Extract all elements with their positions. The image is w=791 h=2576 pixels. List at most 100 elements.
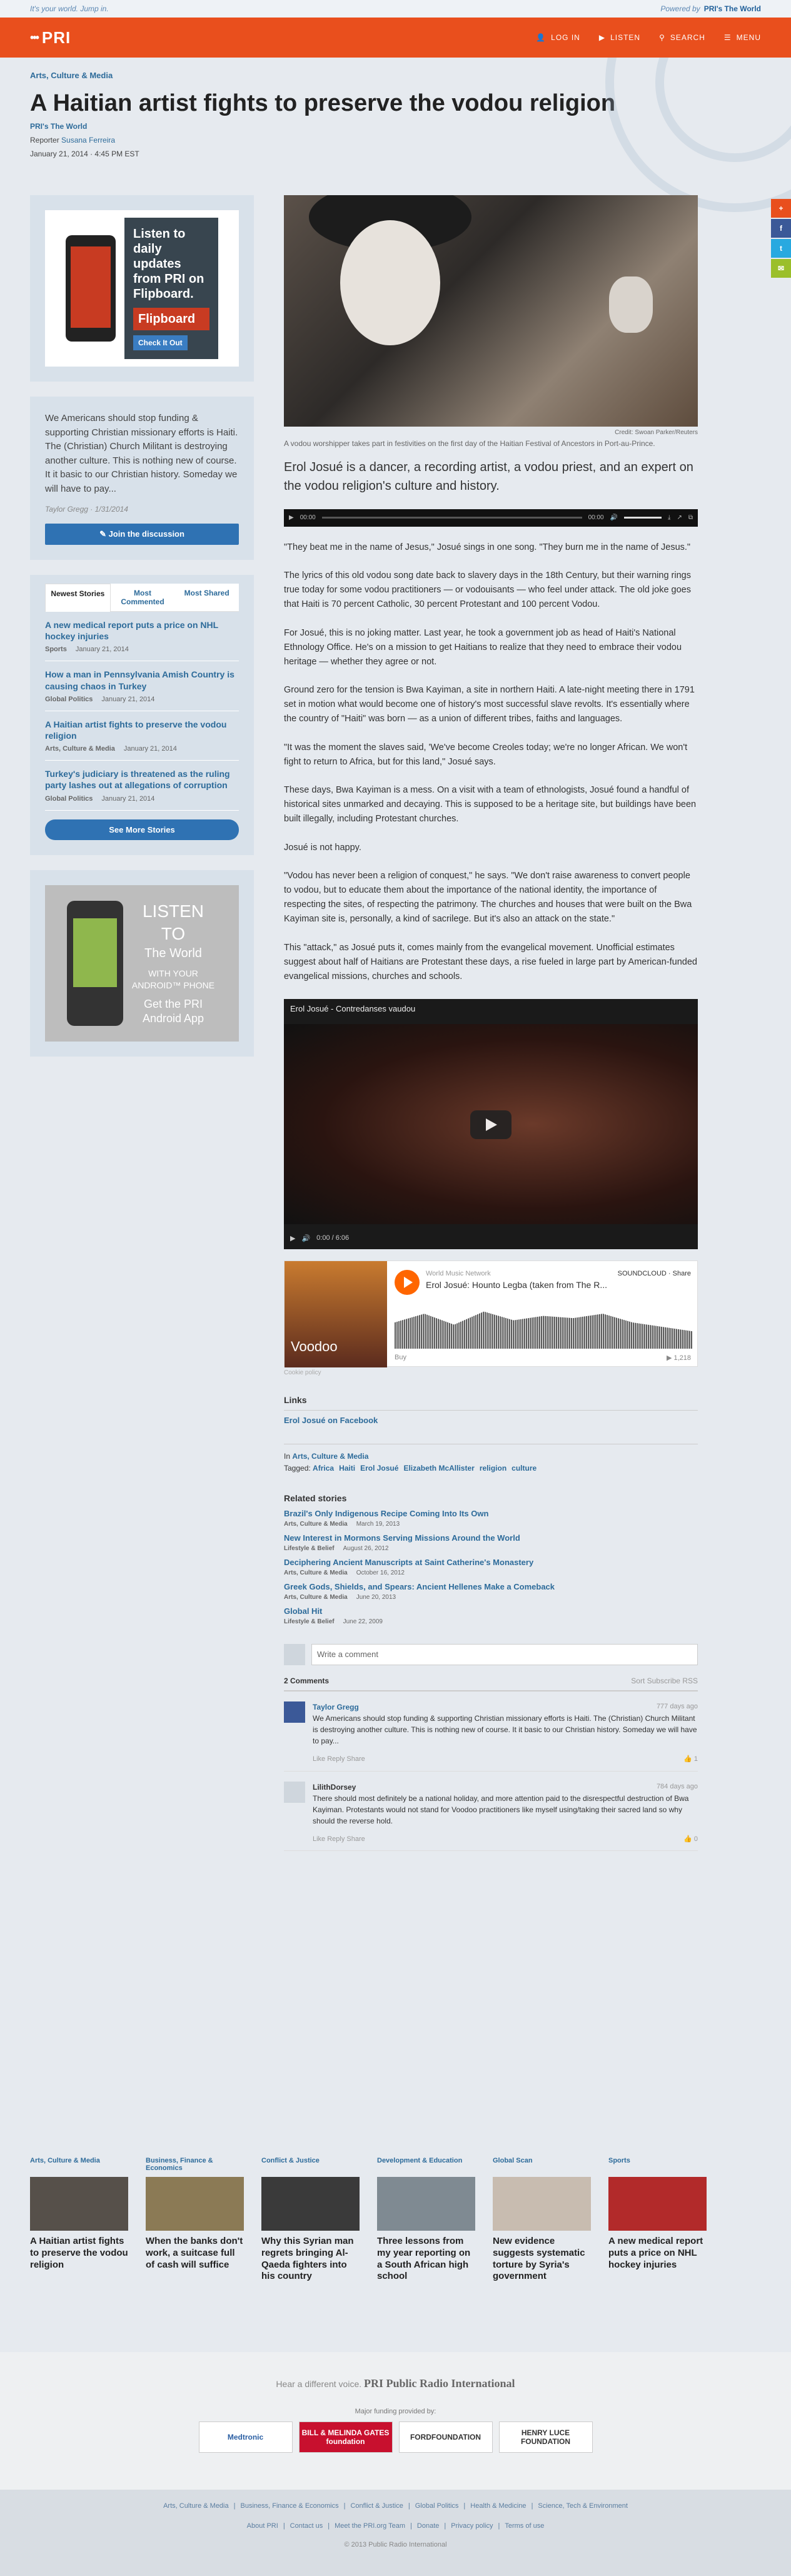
footer-link[interactable]: Conflict & Justice — [350, 2502, 403, 2510]
in-category-link[interactable]: Arts, Culture & Media — [292, 1452, 368, 1461]
related-category[interactable]: Lifestyle & Belief — [284, 1618, 335, 1625]
related-link[interactable]: Deciphering Ancient Manuscripts at Saint… — [284, 1558, 533, 1567]
comment-author[interactable]: LilithDorsey — [313, 1782, 356, 1793]
tab-most-commented[interactable]: Most Commented — [110, 584, 175, 612]
footer-link[interactable]: About PRI — [247, 2522, 278, 2530]
search-button[interactable]: ⚲ SEARCH — [659, 33, 705, 42]
see-more-stories-button[interactable]: See More Stories — [45, 819, 239, 840]
story-category[interactable]: Global Politics — [45, 696, 93, 703]
footer-link[interactable]: Science, Tech & Environment — [538, 2502, 627, 2510]
footer-brand[interactable]: PRI Public Radio International — [364, 2377, 515, 2390]
share-icon[interactable]: ↗ — [677, 514, 682, 521]
tag-link[interactable]: Erol Josué — [360, 1464, 398, 1473]
facebook-link[interactable]: Erol Josué on Facebook — [284, 1416, 378, 1425]
soundcloud-share[interactable]: SOUNDCLOUD · Share — [618, 1270, 691, 1277]
article-category[interactable]: Arts, Culture & Media — [30, 71, 113, 80]
footer-link[interactable]: Business, Finance & Economics — [240, 2502, 338, 2510]
tag-link[interactable]: Elizabeth McAllister — [403, 1464, 474, 1473]
listen-button[interactable]: ▶ LISTEN — [599, 33, 640, 42]
twitter-icon[interactable]: t — [771, 239, 791, 258]
bottom-story-image[interactable] — [377, 2177, 475, 2231]
comment-input[interactable]: Write a comment — [311, 1644, 698, 1666]
story-category[interactable]: Arts, Culture & Media — [45, 745, 115, 753]
bottom-story-link[interactable]: Why this Syrian man regrets bringing Al-… — [261, 2236, 360, 2283]
related-category[interactable]: Arts, Culture & Media — [284, 1569, 348, 1576]
audio-play-icon[interactable]: ▶ — [289, 514, 294, 521]
soundcloud-track[interactable]: Erol Josué: Hounto Legba (taken from The… — [426, 1280, 607, 1290]
tag-link[interactable]: Haiti — [339, 1464, 355, 1473]
comment-likes[interactable]: 👍 0 — [683, 1834, 698, 1845]
footer-link[interactable]: Meet the PRI.org Team — [335, 2522, 405, 2530]
related-link[interactable]: New Interest in Mormons Serving Missions… — [284, 1533, 520, 1543]
story-link[interactable]: Turkey's judiciary is threatened as the … — [45, 768, 239, 791]
bottom-story-category[interactable]: Conflict & Justice — [261, 2157, 360, 2174]
comment-author[interactable]: Taylor Gregg — [313, 1701, 359, 1713]
volume-icon[interactable]: 🔊 — [610, 514, 618, 521]
comment-likes[interactable]: 👍 1 — [683, 1754, 698, 1765]
footer-link[interactable]: Contact us — [290, 2522, 323, 2530]
reporter-link[interactable]: Susana Ferreira — [61, 136, 115, 145]
sort-subscribe-links[interactable]: Sort Subscribe RSS — [631, 1676, 698, 1685]
bottom-story-link[interactable]: Three lessons from my year reporting on … — [377, 2236, 475, 2283]
related-link[interactable]: Global Hit — [284, 1606, 322, 1616]
bottom-story-link[interactable]: New evidence suggests systematic torture… — [493, 2236, 591, 2283]
popout-icon[interactable]: ⧉ — [688, 514, 693, 521]
bottom-story-link[interactable]: A new medical report puts a price on NHL… — [608, 2236, 707, 2271]
share-plus-icon[interactable]: + — [771, 199, 791, 218]
tag-link[interactable]: religion — [480, 1464, 506, 1473]
footer-link[interactable]: Privacy policy — [451, 2522, 493, 2530]
video-volume-icon[interactable]: 🔊 — [301, 1234, 310, 1242]
bottom-story-category[interactable]: Global Scan — [493, 2157, 591, 2174]
check-it-out-button[interactable]: Check It Out — [133, 335, 188, 351]
story-category[interactable]: Sports — [45, 646, 67, 653]
ford-foundation-logo[interactable]: FORDFOUNDATION — [398, 2421, 493, 2453]
story-link[interactable]: How a man in Pennsylvania Amish Country … — [45, 669, 239, 691]
luce-foundation-logo[interactable]: HENRY LUCE FOUNDATION — [498, 2421, 593, 2453]
footer-link[interactable]: Donate — [417, 2522, 439, 2530]
audio-progress[interactable] — [321, 517, 582, 519]
related-category[interactable]: Arts, Culture & Media — [284, 1594, 348, 1601]
bottom-story-category[interactable]: Sports — [608, 2157, 707, 2174]
bottom-story-category[interactable]: Development & Education — [377, 2157, 475, 2174]
tag-link[interactable]: culture — [511, 1464, 537, 1473]
soundcloud-user[interactable]: World Music Network — [426, 1270, 491, 1277]
download-icon[interactable]: ⤓ — [668, 514, 670, 521]
bottom-story-link[interactable]: A Haitian artist fights to preserve the … — [30, 2236, 128, 2271]
avatar[interactable] — [284, 1781, 305, 1803]
facebook-icon[interactable]: f — [771, 219, 791, 238]
login-button[interactable]: 👤 LOG IN — [536, 33, 580, 42]
bottom-story-category[interactable]: Business, Finance & Economics — [146, 2157, 244, 2174]
menu-button[interactable]: ☰ MENU — [724, 33, 761, 42]
footer-link[interactable]: Terms of use — [505, 2522, 544, 2530]
tab-most-shared[interactable]: Most Shared — [174, 584, 239, 612]
related-link[interactable]: Brazil's Only Indigenous Recipe Coming I… — [284, 1509, 488, 1518]
cookie-policy-link[interactable]: Cookie policy — [284, 1369, 698, 1376]
flipboard-ad[interactable]: Listen to daily updates from PRI on Flip… — [30, 195, 254, 382]
related-category[interactable]: Lifestyle & Belief — [284, 1545, 335, 1552]
footer-link[interactable]: Global Politics — [415, 2502, 459, 2510]
video-play-small-icon[interactable]: ▶ — [290, 1234, 295, 1242]
pri-logo[interactable]: ••• PRI — [30, 28, 71, 48]
join-discussion-button[interactable]: ✎ Join the discussion — [45, 524, 239, 545]
email-icon[interactable]: ✉ — [771, 259, 791, 278]
medtronic-logo[interactable]: Medtronic — [198, 2421, 293, 2453]
soundcloud-buy[interactable]: Buy — [395, 1354, 406, 1361]
avatar[interactable] — [284, 1701, 305, 1723]
youtube-video[interactable]: Erol Josué - Contredanses vaudou ▶ 🔊 0:00 … — [284, 999, 698, 1250]
bottom-story-category[interactable]: Arts, Culture & Media — [30, 2157, 128, 2174]
comment-actions-links[interactable]: Like Reply Share — [313, 1754, 365, 1765]
story-link[interactable]: A Haitian artist fights to preserve the … — [45, 719, 239, 741]
soundcloud-play-icon[interactable] — [395, 1270, 420, 1296]
related-category[interactable]: Arts, Culture & Media — [284, 1521, 348, 1528]
footer-link[interactable]: Health & Medicine — [470, 2502, 526, 2510]
story-category[interactable]: Global Politics — [45, 795, 93, 803]
bottom-story-image[interactable] — [30, 2177, 128, 2231]
powered-brand[interactable]: PRI's The World — [704, 4, 761, 13]
bottom-story-image[interactable] — [608, 2177, 707, 2231]
video-title[interactable]: Erol Josué - Contredanses vaudou — [290, 1004, 415, 1013]
footer-link[interactable]: Arts, Culture & Media — [163, 2502, 229, 2510]
bottom-story-image[interactable] — [261, 2177, 360, 2231]
volume-slider[interactable] — [624, 517, 662, 519]
tag-link[interactable]: Africa — [313, 1464, 334, 1473]
video-play-icon[interactable] — [470, 1110, 511, 1140]
